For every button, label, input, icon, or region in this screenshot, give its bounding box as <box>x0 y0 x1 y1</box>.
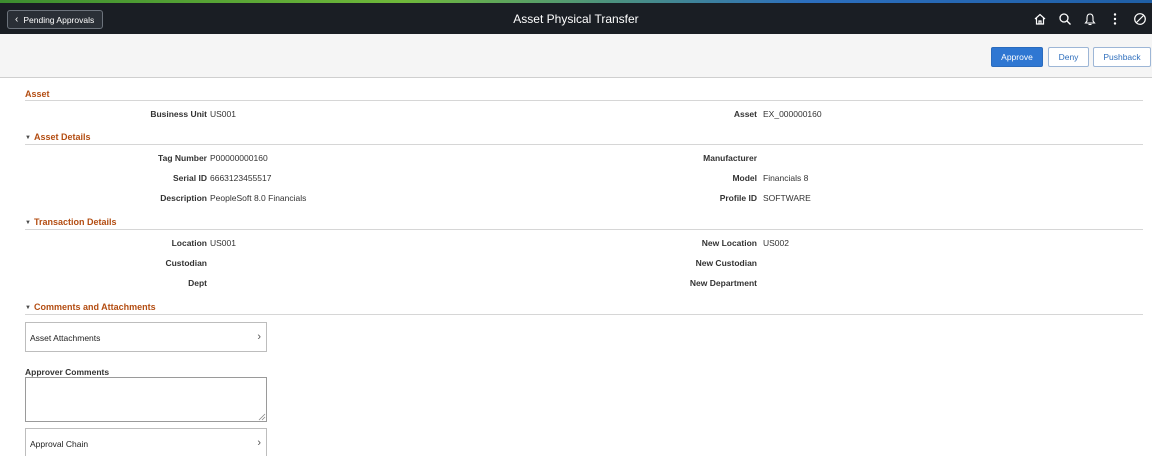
pushback-button[interactable]: Pushback <box>1093 47 1151 67</box>
serial-id-value: 6663123455517 <box>210 173 272 183</box>
approve-button[interactable]: Approve <box>991 47 1043 67</box>
back-button-label: Pending Approvals <box>23 14 95 25</box>
section-title-asset-details: Asset Details <box>33 132 91 142</box>
approval-chain-link[interactable]: Approval Chain › <box>25 428 267 456</box>
profile-id-label: Profile ID <box>719 193 757 203</box>
new-location-value: US002 <box>763 238 789 248</box>
business-unit-value: US001 <box>210 109 236 119</box>
section-title-comments: Comments and Attachments <box>33 302 156 312</box>
new-custodian-label: New Custodian <box>695 258 757 268</box>
section-title-transaction-details: Transaction Details <box>33 217 117 227</box>
collapse-triangle-icon: ▼ <box>25 220 31 226</box>
description-label: Description <box>160 193 207 203</box>
location-label: Location <box>171 238 207 248</box>
dept-label: Dept <box>188 278 207 288</box>
divider <box>25 314 1143 315</box>
chevron-right-icon: › <box>257 331 261 343</box>
manufacturer-label: Manufacturer <box>703 153 757 163</box>
search-icon[interactable] <box>1052 8 1077 30</box>
divider <box>25 100 1143 101</box>
model-label: Model <box>732 173 757 183</box>
section-title-asset: Asset <box>25 89 50 99</box>
tag-number-value: P00000000160 <box>210 153 268 163</box>
model-value: Financials 8 <box>763 173 809 183</box>
header-actions <box>1027 8 1152 30</box>
section-asset-details-toggle[interactable]: ▼ Asset Details <box>25 132 90 142</box>
compass-icon[interactable] <box>1127 8 1152 30</box>
page-title: Asset Physical Transfer <box>513 12 639 26</box>
asset-attachments-link[interactable]: Asset Attachments › <box>25 322 267 352</box>
asset-label: Asset <box>733 109 757 119</box>
new-department-label: New Department <box>689 278 757 288</box>
tag-number-label: Tag Number <box>158 153 207 163</box>
profile-id-value: SOFTWARE <box>763 193 811 203</box>
action-toolbar: Approve Deny Pushback <box>0 34 1152 78</box>
asset-value: EX_000000160 <box>763 109 822 119</box>
bell-icon[interactable] <box>1077 8 1102 30</box>
custodian-label: Custodian <box>165 258 207 268</box>
approver-comments-label: Approver Comments <box>25 367 110 377</box>
new-location-label: New Location <box>701 238 757 248</box>
approver-comments-textarea[interactable] <box>25 377 267 422</box>
business-unit-label: Business Unit <box>150 109 207 119</box>
section-transaction-details-toggle[interactable]: ▼ Transaction Details <box>25 217 116 227</box>
description-value: PeopleSoft 8.0 Financials <box>210 193 307 203</box>
chevron-right-icon: › <box>257 437 261 449</box>
more-vert-icon[interactable] <box>1102 8 1127 30</box>
approval-chain-label: Approval Chain <box>30 439 89 449</box>
location-value: US001 <box>210 238 236 248</box>
home-icon[interactable] <box>1027 8 1052 30</box>
deny-button[interactable]: Deny <box>1048 47 1089 67</box>
divider <box>25 144 1143 145</box>
collapse-triangle-icon: ▼ <box>25 135 31 141</box>
chevron-left-icon: ‹ <box>15 13 19 25</box>
resize-grip-icon[interactable] <box>258 413 266 421</box>
page-header: ‹ Pending Approvals Asset Physical Trans… <box>0 3 1152 34</box>
back-button[interactable]: ‹ Pending Approvals <box>7 10 104 29</box>
collapse-triangle-icon: ▼ <box>25 305 31 311</box>
section-comments-toggle[interactable]: ▼ Comments and Attachments <box>25 302 156 312</box>
asset-attachments-label: Asset Attachments <box>30 333 101 343</box>
serial-id-label: Serial ID <box>172 173 207 183</box>
divider <box>25 229 1143 230</box>
